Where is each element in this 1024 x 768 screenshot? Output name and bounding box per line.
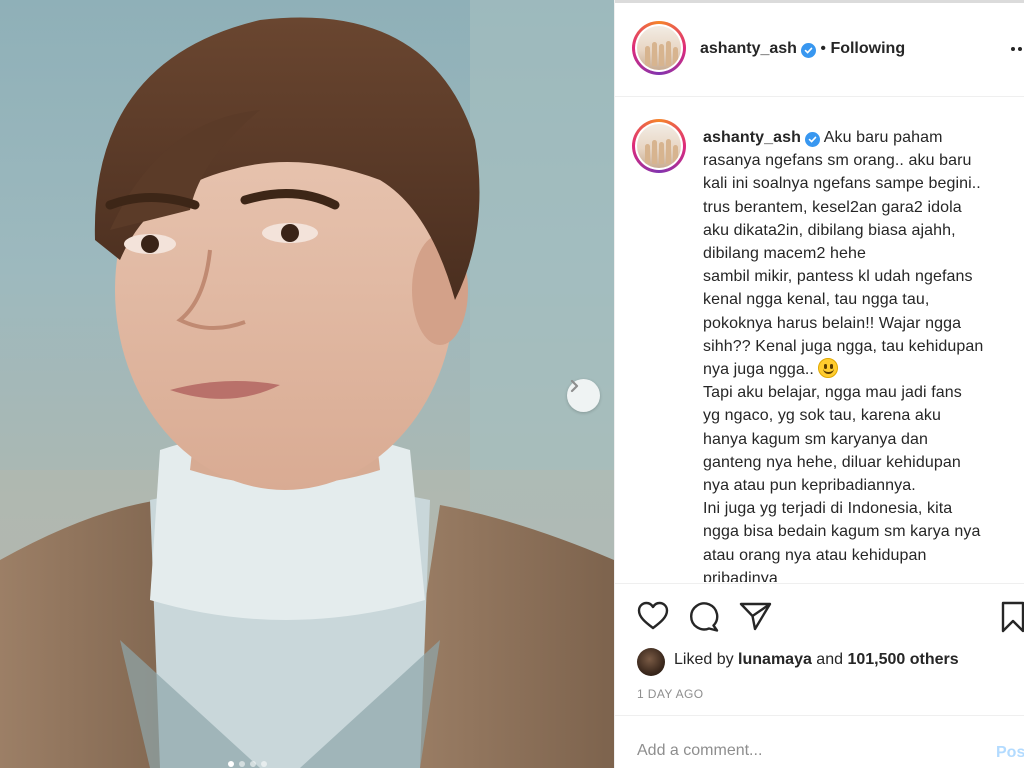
post-comment-button[interactable]: Post: [996, 744, 1024, 762]
caption-line: yg ngaco, yg sok tau, karena aku: [703, 407, 942, 425]
liked-by-summary[interactable]: Liked by lunamaya and 101,500 others: [674, 651, 959, 669]
caption-line: sambil mikir, pantess kl udah ngefans: [703, 268, 973, 286]
profile-avatar[interactable]: [632, 21, 686, 75]
post-actions: Liked by lunamaya and 101,500 others 1 D…: [615, 583, 1024, 715]
caption-line: kenal ngga kenal, tau ngga tau,: [703, 291, 930, 309]
post-timestamp[interactable]: 1 DAY AGO: [637, 687, 704, 701]
caption-line: ganteng nya hehe, diluar kehidupan: [703, 453, 961, 471]
liked-by-prefix: Liked by: [674, 651, 739, 668]
chevron-right-icon: [570, 379, 579, 393]
caption-line: kali ini soalnya ngefans sampe begini..: [703, 175, 981, 193]
next-photo-button[interactable]: [567, 379, 600, 412]
portrait-illustration: [0, 0, 614, 768]
verified-badge-icon: [800, 43, 816, 58]
caption-line: sihh?? Kenal juga ngga, tau kehidupan: [703, 337, 984, 355]
carousel-dot-2: [239, 761, 245, 767]
caption-line: pokoknya harus belain!! Wajar ngga: [703, 314, 962, 332]
liked-by-middle: and: [811, 651, 848, 668]
post-header: ashanty_ash • Following: [615, 0, 1024, 97]
caption-username-link[interactable]: ashanty_ash: [703, 129, 801, 146]
comment-icon[interactable]: [687, 601, 721, 638]
post-photo[interactable]: [0, 0, 614, 768]
carousel-indicator: [228, 761, 267, 767]
caption-avatar[interactable]: [632, 119, 686, 173]
caption-line: aku dikata2in, dibilang biasa ajahh,: [703, 221, 956, 239]
more-options-icon[interactable]: [1011, 47, 1024, 51]
caption-line: trus berantem, kesel2an gara2 idola: [703, 198, 962, 216]
smiling-face-emoji-icon: [818, 358, 839, 379]
add-comment-bar: Post: [615, 715, 1024, 768]
liked-by-user-link[interactable]: lunamaya: [738, 651, 812, 668]
liked-by-avatar[interactable]: [637, 648, 665, 676]
bookmark-icon[interactable]: [1001, 601, 1024, 638]
header-user-line: ashanty_ash • Following: [700, 40, 905, 58]
paper-plane-icon[interactable]: [739, 601, 773, 636]
caption-line: rasanya ngefans sm orang.. aku baru: [703, 152, 972, 170]
heart-icon[interactable]: [636, 601, 670, 636]
following-button[interactable]: Following: [830, 40, 905, 57]
caption-line: dibilang macem2 hehe: [703, 245, 866, 263]
caption-line: nya juga ngga..: [703, 361, 819, 379]
carousel-dot-4: [261, 761, 267, 767]
caption-line: atau orang nya atau kehidupan: [703, 546, 927, 564]
caption-line: nya atau pun kepribadiannya.: [703, 477, 916, 495]
carousel-dot-1: [228, 761, 234, 767]
carousel-dot-3: [250, 761, 256, 767]
post-sidebar: ashanty_ash • Following ashanty_ash Aku …: [614, 0, 1024, 768]
caption-line: Tapi aku belajar, ngga mau jadi fans: [703, 384, 962, 402]
comments-scroll-area[interactable]: ashanty_ash Aku baru paham rasanya ngefa…: [615, 98, 1024, 582]
caption-line: Ini juga yg terjadi di Indonesia, kita: [703, 500, 953, 518]
caption-line: pribadinya: [703, 569, 778, 582]
caption-line: ngga bisa bedain kagum sm karya nya: [703, 523, 981, 541]
header-separator: •: [815, 40, 831, 57]
verified-badge-icon: [805, 132, 821, 147]
caption-line: hanya kagum sm karyanya dan: [703, 430, 929, 448]
likes-count-link[interactable]: 101,500 others: [847, 651, 958, 668]
post-caption: ashanty_ash Aku baru paham rasanya ngefa…: [703, 126, 1019, 582]
caption-line: Aku baru paham: [823, 129, 943, 146]
profile-username-link[interactable]: ashanty_ash: [700, 40, 797, 57]
comment-input[interactable]: [637, 742, 937, 760]
